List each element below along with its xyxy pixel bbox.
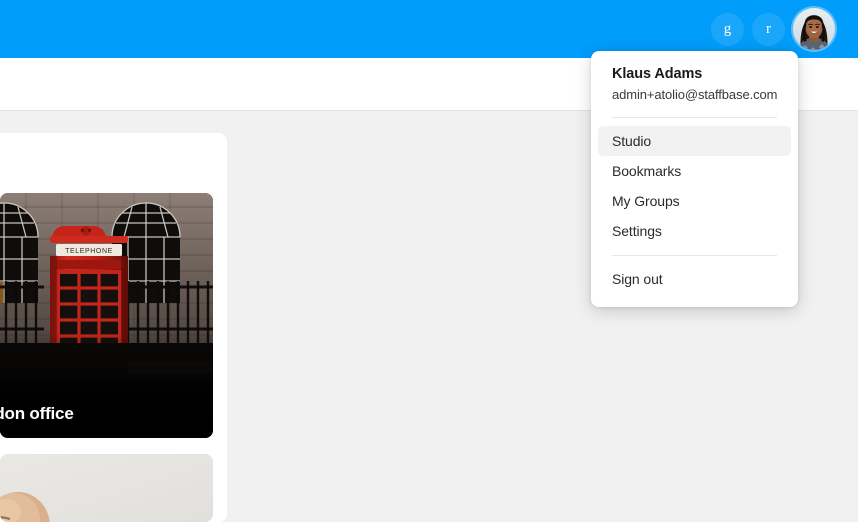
menu-item-sign-out[interactable]: Sign out [598, 264, 791, 294]
menu-divider-bottom [612, 255, 777, 256]
feed-card-title: ew London office [0, 404, 74, 423]
g-icon: g [723, 20, 732, 37]
app-root: g r TELEPHONE on office Klaus Adams admi… [0, 0, 858, 522]
user-name: Klaus Adams [612, 66, 703, 82]
feed-card-london-office[interactable]: TELEPHONE on office [0, 193, 213, 438]
feed-card-secondary[interactable] [0, 454, 213, 522]
user-email: admin+atolio@staffbase.com [612, 87, 778, 102]
user-dropdown-menu: Klaus Adams admin+atolio@staffbase.com S… [591, 51, 798, 307]
menu-item-my-groups[interactable]: My Groups [598, 186, 791, 216]
menu-item-bookmarks[interactable]: Bookmarks [598, 156, 791, 186]
menu-divider-top [612, 117, 777, 118]
topbar-actions: g r [711, 0, 858, 58]
user-menu-signout-group: Sign out [591, 264, 798, 294]
top-navigation-bar: g r [0, 0, 858, 58]
menu-item-settings[interactable]: Settings [598, 216, 791, 246]
topbar-icon-button-r[interactable]: r [752, 12, 785, 46]
user-identity: Klaus Adams admin+atolio@staffbase.com [591, 64, 798, 104]
svg-text:TELEPHONE: TELEPHONE [65, 248, 113, 255]
menu-item-studio[interactable]: Studio [598, 126, 791, 156]
r-icon: r [766, 20, 771, 37]
content-card: TELEPHONE on office [0, 133, 227, 522]
avatar[interactable] [793, 8, 835, 50]
london-telephone-box-image: TELEPHONE [0, 193, 213, 438]
person-portrait-image [0, 454, 213, 522]
topbar-icon-button-g[interactable]: g [711, 12, 744, 46]
user-menu-items: Studio Bookmarks My Groups Settings [591, 126, 798, 246]
